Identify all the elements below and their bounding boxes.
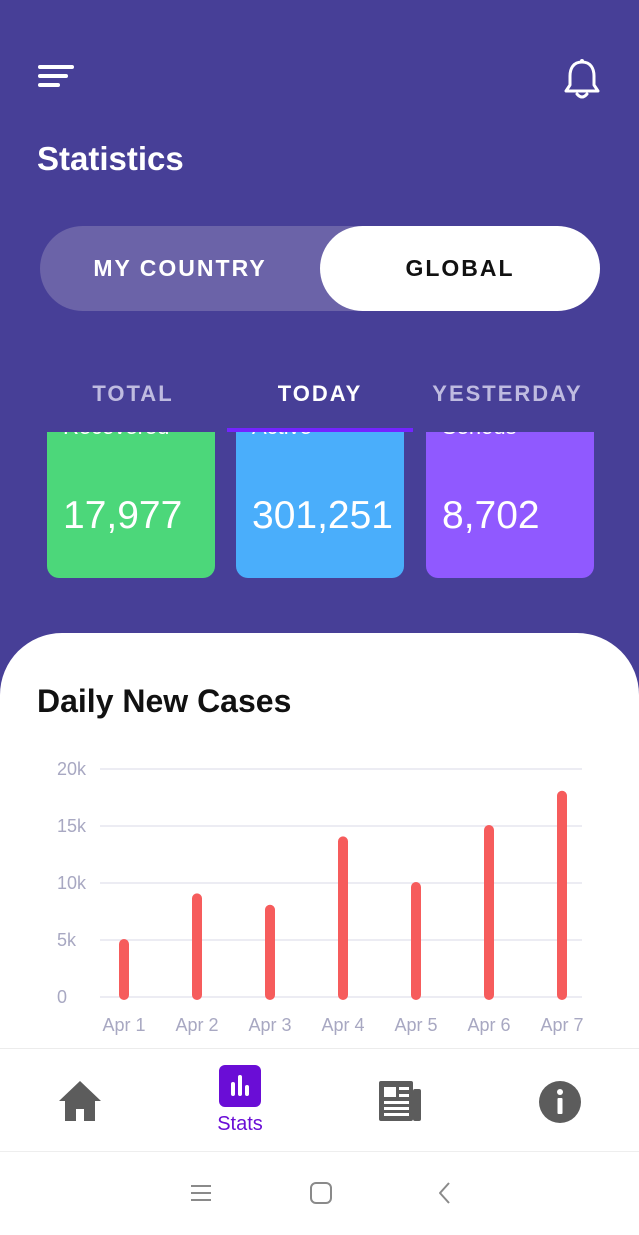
header-background: [0, 0, 639, 720]
x-tick-label: Apr 3: [248, 1015, 291, 1035]
bottom-nav: Stats: [0, 1048, 639, 1150]
stat-card-active[interactable]: Active 301,251: [236, 432, 404, 578]
newspaper-icon: [379, 1081, 421, 1121]
stat-card-serious[interactable]: Serious 8,702: [426, 432, 594, 578]
x-tick-label: Apr 2: [175, 1015, 218, 1035]
tab-yesterday[interactable]: YESTERDAY: [425, 374, 590, 414]
nav-home[interactable]: [55, 1049, 105, 1151]
x-tick-label: Apr 6: [467, 1015, 510, 1035]
x-tick-label: Apr 7: [540, 1015, 583, 1035]
bell-icon[interactable]: [562, 58, 602, 102]
nav-stats-label: Stats: [217, 1113, 263, 1135]
stat-card-label: Active: [252, 432, 312, 440]
x-tick-label: Apr 5: [394, 1015, 437, 1035]
stat-card-recovered[interactable]: Recovered 17,977: [47, 432, 215, 578]
daily-new-cases-chart: 0 5k 10k 15k 20k Apr 1 Apr 2 Apr 3 Apr 4 Apr 5 Apr…: [57, 759, 584, 1035]
y-tick-label: 0: [57, 987, 67, 1007]
x-tick-label: Apr 4: [321, 1015, 364, 1035]
nav-info[interactable]: [535, 1049, 585, 1151]
y-tick-label: 15k: [57, 816, 87, 836]
toggle-global[interactable]: GLOBAL: [320, 226, 600, 311]
system-nav-bar: [0, 1151, 639, 1235]
info-icon: [539, 1081, 581, 1123]
stat-cards: Recovered 17,977 Active 301,251 Serious …: [0, 432, 639, 592]
y-tick-label: 10k: [57, 873, 87, 893]
tab-total[interactable]: TOTAL: [58, 374, 208, 414]
home-button-icon[interactable]: [306, 1178, 336, 1208]
stat-card-value: 301,251: [252, 494, 393, 537]
stat-card-label: Serious: [442, 432, 517, 440]
y-tick-label: 20k: [57, 759, 87, 779]
back-icon[interactable]: [430, 1178, 460, 1208]
bar-chart-icon: [219, 1065, 261, 1107]
stat-card-label: Recovered: [63, 432, 169, 440]
tab-today[interactable]: TODAY: [245, 374, 395, 414]
stat-card-value: 8,702: [442, 494, 540, 537]
scope-toggle: MY COUNTRY GLOBAL: [40, 226, 600, 311]
page-title: Statistics: [37, 140, 184, 177]
nav-news[interactable]: [375, 1049, 425, 1151]
nav-stats[interactable]: Stats: [205, 1049, 275, 1151]
menu-icon[interactable]: [38, 62, 78, 90]
stat-card-value: 17,977: [63, 494, 183, 537]
chart-title: Daily New Cases: [37, 683, 292, 719]
toggle-my-country[interactable]: MY COUNTRY: [40, 226, 320, 311]
y-tick-label: 5k: [57, 930, 77, 950]
x-tick-label: Apr 1: [102, 1015, 145, 1035]
recent-apps-icon[interactable]: [186, 1178, 216, 1208]
home-icon: [59, 1081, 101, 1121]
